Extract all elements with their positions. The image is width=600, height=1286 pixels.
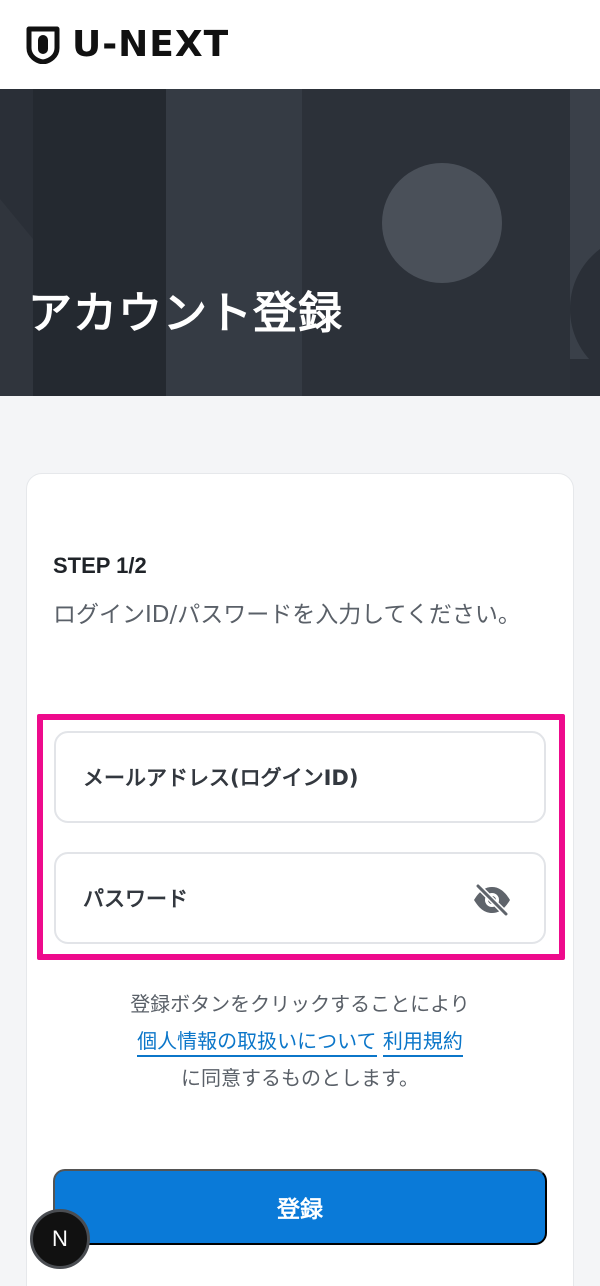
form-instruction: ログインID/パスワードを入力してください。 — [53, 602, 521, 628]
brand-name: U-NEXT — [72, 24, 230, 65]
email-field[interactable]: メールアドレス(ログインID) — [54, 731, 546, 823]
hero-banner: アカウント登録 — [0, 89, 600, 396]
page-title: アカウント登録 — [28, 288, 343, 339]
agreement-text: 登録ボタンをクリックすることにより 個人情報の取扱いについて 利用規約 に同意す… — [26, 986, 574, 1097]
shield-logo-icon — [26, 26, 60, 64]
hero-background-art — [0, 89, 600, 396]
password-field[interactable]: パスワード — [54, 852, 546, 944]
u-next-logo[interactable]: U-NEXT — [26, 24, 229, 65]
agreement-line-1: 登録ボタンをクリックすることにより — [130, 992, 470, 1016]
step-indicator: STEP 1/2 — [53, 553, 147, 578]
agreement-links: 個人情報の取扱いについて 利用規約 — [26, 1023, 574, 1060]
email-field-label: メールアドレス(ログインID) — [83, 766, 359, 790]
terms-of-use-link[interactable]: 利用規約 — [382, 1029, 463, 1057]
password-field-label: パスワード — [83, 887, 188, 911]
eye-off-icon[interactable] — [472, 882, 512, 918]
privacy-policy-link[interactable]: 個人情報の取扱いについて — [137, 1029, 377, 1057]
floating-n-badge[interactable]: N — [30, 1209, 90, 1269]
register-button[interactable]: 登録 — [53, 1169, 547, 1245]
agreement-line-3: に同意するものとします。 — [181, 1066, 419, 1090]
app-header: U-NEXT — [0, 0, 600, 89]
